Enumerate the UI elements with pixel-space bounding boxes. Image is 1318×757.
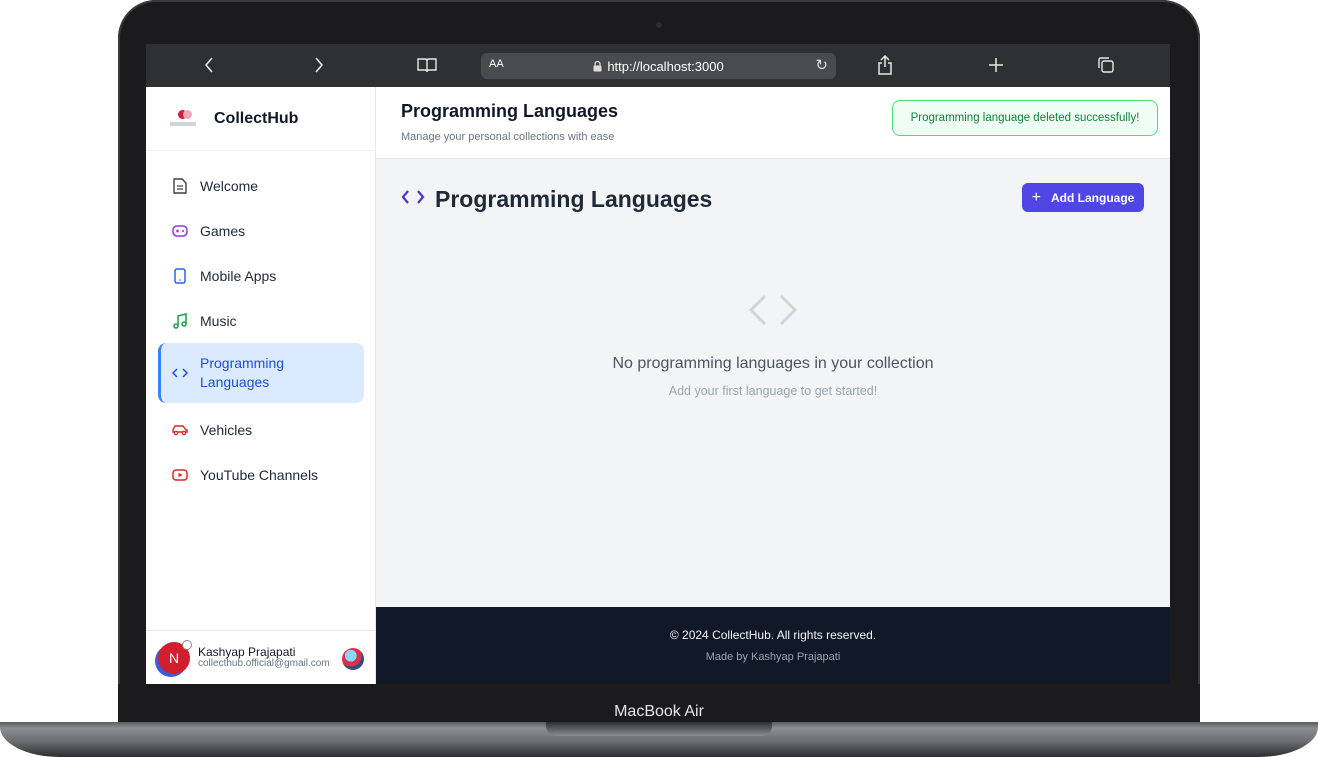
sidebar-item-label: YouTube Channels — [200, 466, 319, 483]
sidebar: CollectHub Welcome Games Mobile Apps Mus… — [146, 87, 376, 684]
reload-icon[interactable]: ↻ — [815, 56, 828, 74]
smartphone-icon — [172, 267, 188, 284]
footer-copyright: © 2024 CollectHub. All rights reserved. — [669, 628, 877, 642]
car-icon — [172, 422, 188, 438]
url-text[interactable]: http://localhost:3000 — [607, 59, 723, 74]
bookmarks-book-icon[interactable] — [414, 52, 440, 78]
device-model-label: MacBook Air — [614, 703, 704, 720]
sidebar-item-label: Vehicles — [200, 421, 253, 438]
avatar[interactable]: N — [158, 639, 192, 674]
user-panel[interactable]: N Kashyap Prajapati collecthub.official@… — [146, 630, 376, 684]
sidebar-item-games[interactable]: Games — [158, 208, 364, 253]
section-title: Programming Languages — [401, 186, 712, 213]
sidebar-item-welcome[interactable]: Welcome — [158, 163, 364, 208]
sidebar-nav: Welcome Games Mobile Apps Music Programm… — [158, 163, 364, 497]
section-title-text: Programming Languages — [435, 186, 713, 212]
new-tab-icon[interactable] — [983, 52, 1009, 78]
footer-made-by: Made by Kashyap Prajapati — [705, 651, 841, 663]
brand[interactable]: CollectHub — [146, 87, 376, 151]
sidebar-item-mobile-apps[interactable]: Mobile Apps — [158, 253, 364, 298]
back-icon[interactable] — [196, 52, 222, 78]
youtube-icon — [172, 467, 188, 483]
empty-state-subtitle: Add your first language to get started! — [668, 384, 878, 398]
code-icon — [172, 365, 188, 381]
user-email: collecthub.official@gmail.com — [198, 657, 330, 669]
screen: AA http://localhost:3000 ↻ CollectHub We… — [146, 44, 1170, 684]
laptop-notch — [546, 722, 772, 736]
camera-icon — [656, 22, 662, 28]
share-icon[interactable] — [872, 52, 898, 78]
document-icon — [172, 177, 188, 194]
user-badge-icon[interactable] — [342, 648, 364, 670]
page-header: Programming Languages Manage your person… — [376, 87, 1170, 159]
empty-state-title: No programming languages in your collect… — [612, 355, 934, 372]
sidebar-item-programming-languages[interactable]: Programming Languages — [158, 343, 364, 403]
status-dot — [182, 639, 192, 650]
tabs-overview-icon[interactable] — [1093, 52, 1119, 78]
page-title: Programming Languages — [401, 101, 619, 121]
avatar-initial: N — [168, 649, 180, 666]
footer: © 2024 CollectHub. All rights reserved. … — [376, 607, 1170, 684]
empty-state-code-icon — [376, 292, 1170, 338]
music-note-icon — [172, 312, 188, 329]
add-language-button[interactable]: + Add Language — [1022, 183, 1144, 212]
sidebar-item-label: Music — [200, 312, 237, 329]
user-info: Kashyap Prajapati collecthub.official@gm… — [198, 646, 330, 670]
plus-icon: + — [1031, 188, 1041, 206]
page-subtitle: Manage your personal collections with ea… — [401, 131, 615, 143]
browser-toolbar: AA http://localhost:3000 ↻ — [146, 44, 1170, 87]
add-language-label: Add Language — [1051, 190, 1135, 205]
sidebar-item-label: Welcome — [200, 177, 259, 194]
gamepad-icon — [172, 223, 188, 239]
forward-icon[interactable] — [306, 52, 332, 78]
sidebar-item-music[interactable]: Music — [158, 298, 364, 343]
lock-icon — [593, 60, 602, 71]
brand-logo — [168, 108, 198, 130]
sidebar-item-vehicles[interactable]: Vehicles — [158, 407, 364, 452]
user-name: Kashyap Prajapati — [198, 644, 296, 659]
brand-name: CollectHub — [214, 109, 299, 127]
sidebar-item-label: Programming Languages — [200, 355, 285, 390]
sidebar-item-label: Games — [200, 222, 246, 239]
address-bar[interactable]: AA http://localhost:3000 ↻ — [481, 53, 836, 79]
success-toast: Programming language deleted successfull… — [892, 100, 1158, 136]
sidebar-item-youtube-channels[interactable]: YouTube Channels — [158, 452, 364, 497]
main-content: Programming Languages + Add Language No … — [376, 159, 1170, 607]
sidebar-item-label: Mobile Apps — [200, 267, 277, 284]
code-icon — [401, 188, 425, 211]
